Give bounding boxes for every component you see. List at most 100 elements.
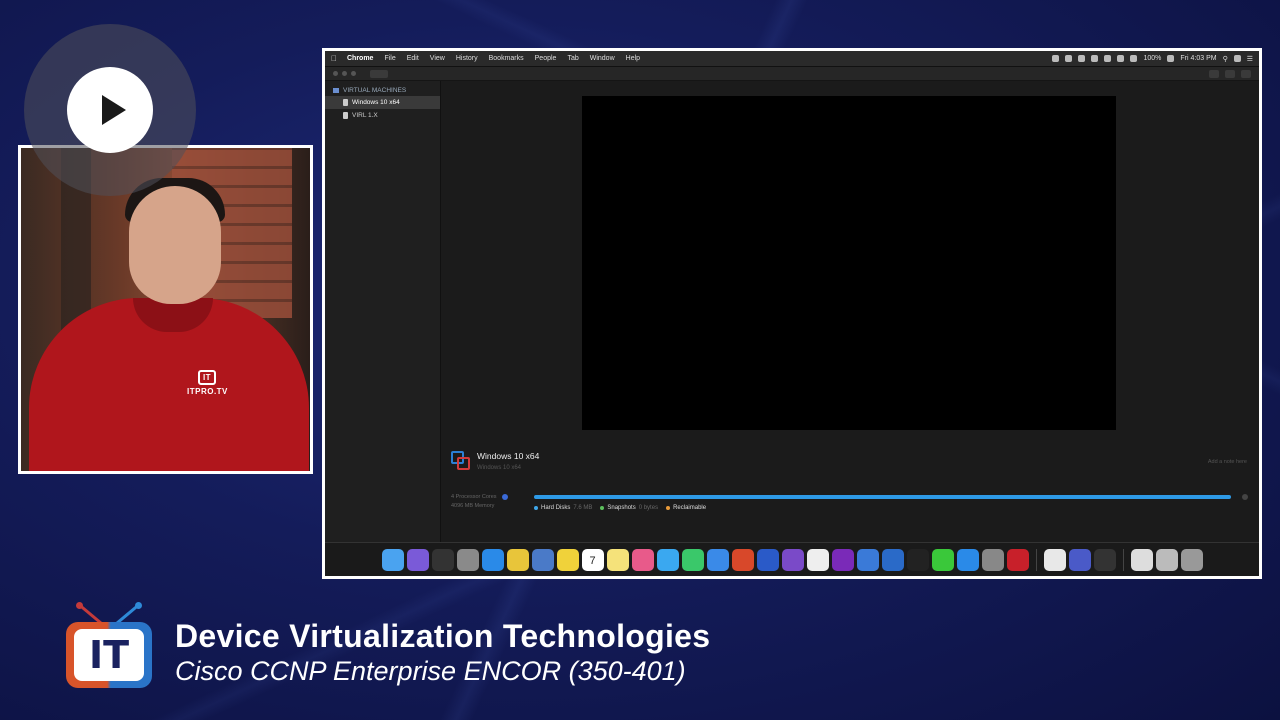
word-icon[interactable]	[756, 548, 779, 571]
minimize-window-button[interactable]	[342, 71, 347, 76]
vm-os-label: Windows 10 x64	[477, 465, 522, 471]
battery-icon[interactable]	[1167, 55, 1175, 62]
itunes-icon[interactable]	[1043, 548, 1066, 571]
numbers-icon[interactable]	[681, 548, 704, 571]
menu-tab[interactable]: Tab	[567, 55, 578, 62]
trash-icon[interactable]	[1180, 548, 1203, 571]
app-store-icon[interactable]	[956, 548, 979, 571]
storage-bar-end-icon	[1242, 494, 1248, 500]
vm-name[interactable]: Windows 10 x64	[477, 451, 539, 461]
sidebar-section-header: VIRTUAL MACHINES	[325, 85, 440, 96]
info-icon[interactable]	[502, 493, 509, 500]
preview-icon[interactable]	[531, 548, 554, 571]
legend-hard-disks: Hard Disks 7.6 MB	[534, 505, 592, 511]
notes-icon[interactable]	[556, 548, 579, 571]
spotlight-icon[interactable]: ⚲	[1223, 55, 1228, 63]
siri-icon[interactable]	[406, 548, 429, 571]
mission-control-icon[interactable]	[431, 548, 454, 571]
sidebar-item-virl[interactable]: VIRL 1.X	[325, 109, 440, 122]
cloud-icon[interactable]	[1078, 55, 1086, 62]
vm-cores: 4 Processor Cores	[451, 493, 509, 502]
messages-icon[interactable]	[656, 548, 679, 571]
dock-separator	[1122, 548, 1124, 571]
omnifocus-icon[interactable]	[781, 548, 804, 571]
apple-icon[interactable]: 	[331, 54, 337, 63]
vm-detail-pane: Windows 10 x64 Windows 10 x64 Add a note…	[441, 81, 1259, 542]
keynote-icon[interactable]	[706, 548, 729, 571]
menu-view[interactable]: View	[430, 55, 445, 62]
vm-menu-button[interactable]	[370, 69, 388, 78]
toolbar-snapshot-icon[interactable]	[1225, 69, 1235, 78]
wifi-icon[interactable]	[1130, 55, 1138, 62]
scanner-icon[interactable]	[1130, 548, 1153, 571]
downloads-icon[interactable]	[1155, 548, 1178, 571]
menu-app-chrome[interactable]: Chrome	[347, 55, 373, 62]
display-icon[interactable]	[1091, 55, 1099, 62]
vmware-fusion-icon[interactable]	[856, 548, 879, 571]
user-icon[interactable]	[1233, 55, 1241, 62]
dropbox-icon[interactable]	[1065, 55, 1073, 62]
presenter-video: IT ITPRO.TV	[18, 145, 313, 474]
onenote-icon[interactable]	[831, 548, 854, 571]
chrome-icon[interactable]	[506, 548, 529, 571]
menu-people[interactable]: People	[535, 55, 557, 62]
bluetooth-icon[interactable]	[1117, 55, 1125, 62]
photos-icon[interactable]	[631, 548, 654, 571]
menu-help[interactable]: Help	[626, 55, 640, 62]
shirt-logo: IT ITPRO.TV	[187, 370, 227, 396]
shirt-logo-mark: IT	[198, 370, 216, 385]
episode-title: Device Virtualization Technologies	[175, 618, 711, 654]
status-tray: 100% Fri 4:03 PM ⚲ ☰	[1052, 55, 1253, 63]
menubar-clock[interactable]: Fri 4:03 PM	[1180, 55, 1216, 62]
vm-screen-preview[interactable]	[582, 96, 1116, 430]
mac-menubar:  Chrome File Edit View History Bookmark…	[325, 51, 1259, 67]
dock-separator	[1035, 548, 1037, 571]
finder-icon[interactable]	[381, 548, 404, 571]
storage-legend: Hard Disks 7.6 MB Snapshots 0 bytes Recl…	[534, 505, 706, 511]
course-subtitle: Cisco CCNP Enterprise ENCOR (350-401)	[175, 656, 686, 686]
play-button[interactable]	[24, 24, 196, 196]
vmware-fusion-icon	[451, 451, 471, 471]
vm-header: Windows 10 x64 Windows 10 x64	[451, 451, 539, 471]
add-note-field[interactable]: Add a note here	[1208, 459, 1247, 465]
location-icon[interactable]	[1052, 55, 1060, 62]
menu-window[interactable]: Window	[590, 55, 615, 62]
textedit-icon[interactable]	[806, 548, 829, 571]
battery-percent[interactable]: 100%	[1143, 55, 1161, 62]
terminal-icon[interactable]	[906, 548, 929, 571]
teams-icon[interactable]	[1068, 548, 1091, 571]
legend-snapshots: Snapshots 0 bytes	[600, 505, 658, 511]
packet-tracer-icon[interactable]	[881, 548, 904, 571]
sidebar-item-windows-10[interactable]: Windows 10 x64	[325, 96, 440, 109]
play-icon	[67, 67, 153, 153]
zoom-window-button[interactable]	[351, 71, 356, 76]
stickies-icon[interactable]	[606, 548, 629, 571]
safari-icon[interactable]	[481, 548, 504, 571]
notification-center-icon[interactable]: ☰	[1247, 55, 1253, 63]
vm-specs: 4 Processor Cores 4096 MB Memory	[451, 493, 509, 511]
close-window-button[interactable]	[333, 71, 338, 76]
virtual-machines-icon	[333, 88, 339, 93]
legend-reclaimable: Reclaimable	[666, 505, 706, 511]
vm-sidebar: VIRTUAL MACHINES Windows 10 x64 VIRL 1.X	[325, 81, 441, 542]
camtasia-icon[interactable]	[931, 548, 954, 571]
calendar-icon[interactable]: 7	[581, 548, 604, 571]
quicken-icon[interactable]	[1006, 548, 1029, 571]
toolbar-settings-icon[interactable]	[1209, 69, 1219, 78]
menu-file[interactable]: File	[384, 55, 395, 62]
vm-library: VIRTUAL MACHINES Windows 10 x64 VIRL 1.X…	[325, 81, 1259, 542]
menu-bookmarks[interactable]: Bookmarks	[489, 55, 524, 62]
screen-share:  Chrome File Edit View History Bookmark…	[322, 48, 1262, 579]
system-preferences-icon[interactable]	[981, 548, 1004, 571]
presenter-face	[129, 186, 221, 304]
launchpad-icon[interactable]	[456, 548, 479, 571]
menu-history[interactable]: History	[456, 55, 478, 62]
menu-edit[interactable]: Edit	[407, 55, 419, 62]
time-machine-icon[interactable]	[1104, 55, 1112, 62]
vm-file-icon	[343, 99, 348, 106]
shirt-logo-text: ITPRO.TV	[187, 387, 228, 396]
toolbar-sharing-icon[interactable]	[1241, 69, 1251, 78]
vm-memory: 4096 MB Memory	[451, 503, 495, 509]
powerpoint-icon[interactable]	[731, 548, 754, 571]
logitech-icon[interactable]	[1093, 548, 1116, 571]
